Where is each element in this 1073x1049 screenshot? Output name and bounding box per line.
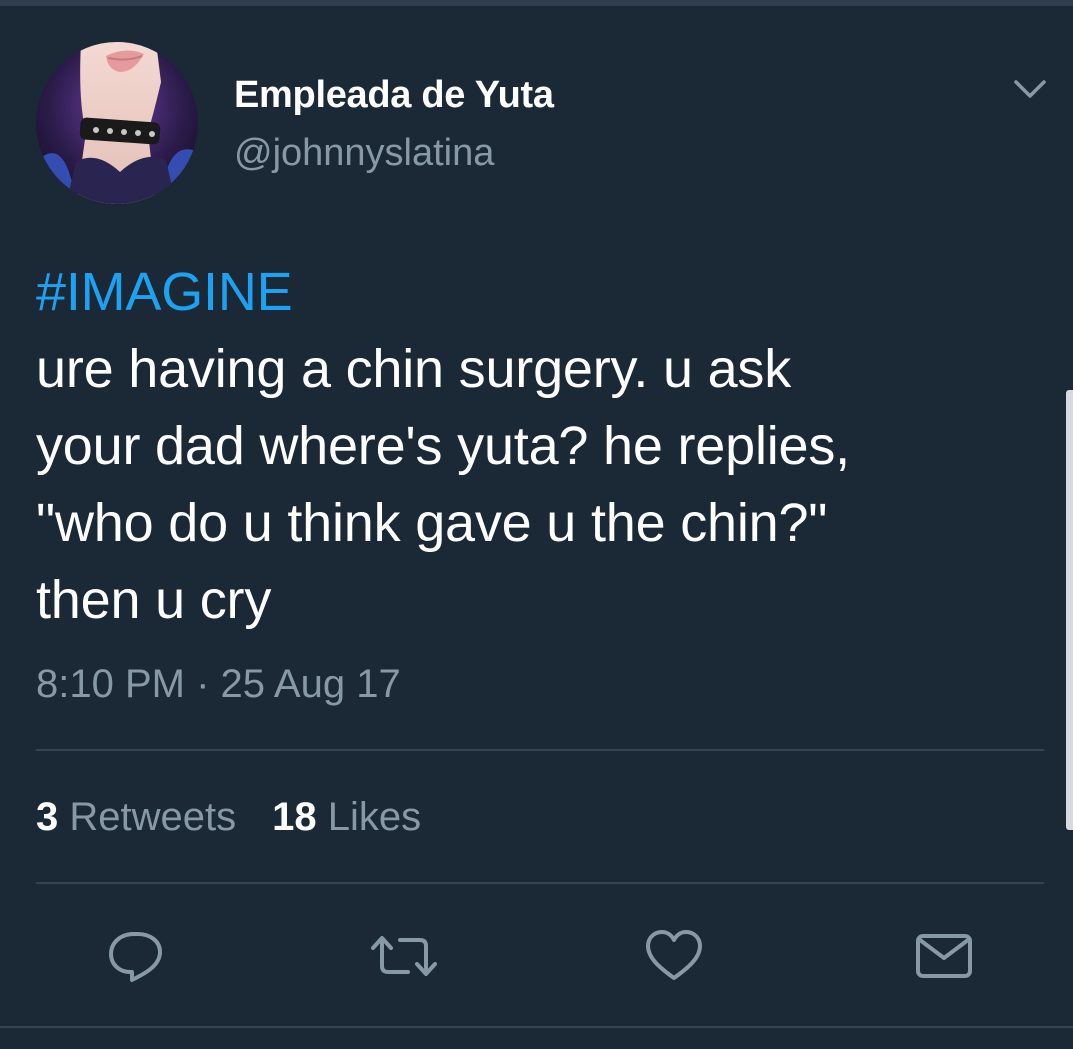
divider	[36, 749, 1044, 751]
author-display-name[interactable]: Empleada de Yuta	[234, 74, 554, 117]
avatar[interactable]	[36, 42, 198, 204]
tweet-text-line: "who do u think gave u the chin?"	[36, 493, 828, 553]
like-icon[interactable]	[642, 926, 706, 986]
tweet-text-line: then u cry	[36, 570, 272, 630]
bottom-border	[0, 1026, 1073, 1028]
share-icon[interactable]	[912, 926, 976, 986]
hashtag-link[interactable]: #IMAGINE	[36, 254, 1046, 331]
avatar-image	[36, 42, 198, 204]
tweet-timestamp[interactable]: 8:10 PM · 25 Aug 17	[36, 662, 401, 707]
scrollbar[interactable]	[1066, 390, 1073, 830]
reply-icon[interactable]	[104, 926, 168, 986]
chevron-down-icon[interactable]	[1008, 74, 1052, 104]
tweet-text-line: ure having a chin surgery. u ask	[36, 339, 792, 399]
retweets-label: Retweets	[69, 795, 237, 839]
divider	[36, 882, 1044, 884]
likes-stat[interactable]: 18 Likes	[272, 795, 421, 839]
likes-count: 18	[272, 795, 317, 839]
retweet-icon[interactable]	[368, 926, 437, 986]
retweets-count: 3	[36, 795, 59, 839]
top-border	[0, 0, 1073, 6]
retweets-stat[interactable]: 3 Retweets	[36, 795, 236, 839]
likes-label: Likes	[327, 795, 422, 839]
author-handle[interactable]: @johnnyslatina	[234, 132, 494, 175]
engagement-stats: 3 Retweets 18 Likes	[36, 795, 421, 840]
tweet-text: #IMAGINE ure having a chin surgery. u as…	[36, 254, 1046, 639]
tweet-text-line: your dad where's yuta? he replies,	[36, 416, 850, 476]
